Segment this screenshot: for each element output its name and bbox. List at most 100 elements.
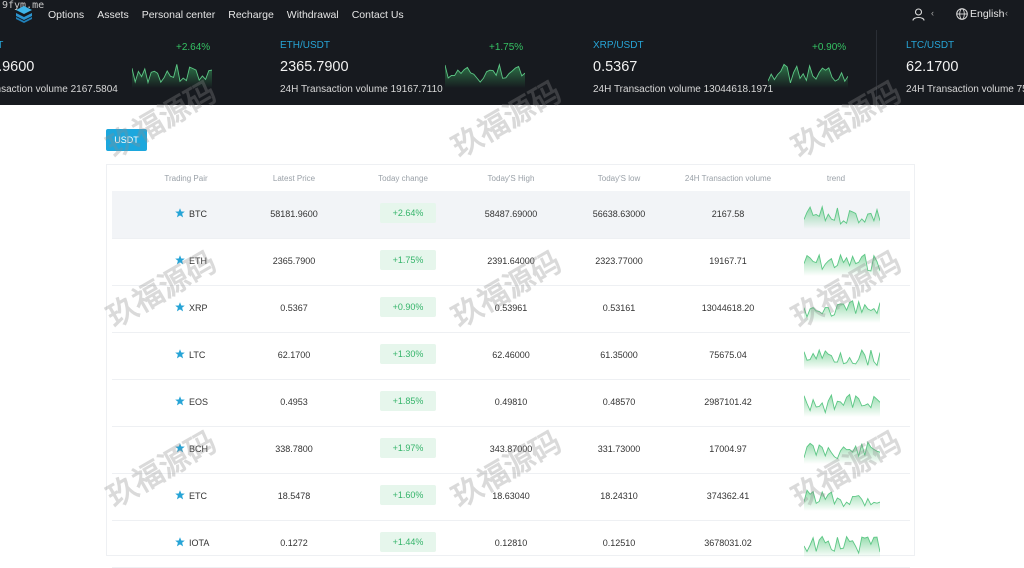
transaction-volume: 2167.58 — [711, 209, 745, 219]
header-volume: 24H Transaction volume — [684, 174, 772, 183]
usdt-market-tab[interactable]: USDT — [106, 129, 147, 151]
transaction-volume: 374362.41 — [706, 491, 750, 501]
ticker-price: 2365.7900 — [280, 59, 349, 75]
change-badge: +1.44% — [380, 532, 436, 552]
language-selector[interactable]: English — [970, 8, 1004, 20]
ticker-divider — [876, 30, 877, 105]
today-high: 18.63040 — [492, 491, 530, 501]
latest-price: 0.5367 — [280, 303, 308, 313]
nav-options[interactable]: Options — [48, 9, 84, 21]
favorite-star-icon[interactable] — [175, 396, 185, 406]
trend-sparkline — [804, 253, 880, 276]
table-row[interactable]: BCH 338.7800 +1.97% 343.87000 331.73000 17004… — [112, 426, 910, 474]
header-latest-price: Latest Price — [272, 174, 316, 183]
change-badge: +0.90% — [380, 297, 436, 317]
today-low: 0.48570 — [602, 397, 636, 407]
ticker-change: +0.90% — [812, 42, 847, 53]
ticker-pair: XRP/USDT — [593, 40, 644, 51]
ticker-price: 0.5367 — [593, 59, 638, 75]
ticker-volume: 24H Transaction volume 75 — [906, 84, 1024, 95]
transaction-volume: 13044618.20 — [701, 303, 755, 313]
trend-sparkline — [804, 348, 880, 370]
today-low: 2323.77000 — [595, 256, 643, 266]
ticker-pair: LTC/USDT — [906, 40, 955, 51]
change-badge: +1.30% — [380, 344, 436, 364]
trend-sparkline — [804, 535, 880, 558]
change-badge: +1.75% — [380, 250, 436, 270]
nav-personal-center[interactable]: Personal center — [142, 9, 216, 21]
table-header: Trading Pair Latest Price Today change T… — [107, 165, 914, 191]
today-high: 0.49810 — [494, 397, 528, 407]
coin-symbol: BCH — [189, 444, 209, 454]
nav-withdrawal[interactable]: Withdrawal — [287, 9, 339, 21]
today-high: 343.87000 — [489, 444, 533, 454]
today-high: 2391.64000 — [487, 256, 535, 266]
change-badge: +1.97% — [380, 438, 436, 458]
table-row[interactable]: IOTA 0.1272 +1.44% 0.12810 0.12510 3678031.02 — [112, 520, 910, 568]
header-today-low: Today'S low — [597, 174, 641, 183]
table-row[interactable]: ETH 2365.7900 +1.75% 2391.64000 2323.77000 19… — [112, 238, 910, 286]
today-high: 0.53961 — [494, 303, 528, 313]
globe-icon[interactable] — [956, 8, 968, 20]
nav-contact-us[interactable]: Contact Us — [352, 9, 404, 21]
favorite-star-icon[interactable] — [175, 255, 185, 265]
change-badge: +2.64% — [380, 203, 436, 223]
ticker-sparkline — [445, 62, 525, 88]
coin-symbol: XRP — [189, 303, 208, 313]
nav-recharge[interactable]: Recharge — [228, 9, 274, 21]
ticker-change: +1.75% — [489, 42, 524, 53]
today-low: 0.53161 — [602, 303, 636, 313]
trend-sparkline — [804, 489, 880, 511]
latest-price: 58181.9600 — [270, 209, 318, 219]
ticker-volume: ansaction volume 2167.5804 — [0, 84, 118, 95]
ticker-pair: ETH/USDT — [280, 40, 330, 51]
latest-price: 2365.7900 — [272, 256, 316, 266]
ticker-card-xrp[interactable]: XRP/USDT +0.90% 0.5367 24H Transaction v… — [593, 30, 883, 105]
favorite-star-icon[interactable] — [175, 490, 185, 500]
today-high: 62.46000 — [492, 350, 530, 360]
header-trend: trend — [826, 174, 846, 183]
transaction-volume: 75675.04 — [709, 350, 747, 360]
coin-symbol: ETH — [189, 256, 207, 266]
table-row[interactable]: ETC 18.5478 +1.60% 18.63040 18.24310 374362.4… — [112, 473, 910, 521]
latest-price: 0.4953 — [280, 397, 308, 407]
favorite-star-icon[interactable] — [175, 349, 185, 359]
today-low: 56638.63000 — [592, 209, 646, 219]
today-low: 331.73000 — [597, 444, 641, 454]
market-table: Trading Pair Latest Price Today change T… — [106, 164, 915, 568]
ticker-card-btc[interactable]: DT +2.64% 1.9600 ansaction volume 2167.5… — [0, 30, 280, 105]
coin-symbol: EOS — [189, 397, 209, 407]
ticker-strip: DT +2.64% 1.9600 ansaction volume 2167.5… — [0, 30, 1024, 105]
table-row[interactable]: LTC 62.1700 +1.30% 62.46000 61.35000 75675.04 — [112, 332, 910, 380]
favorite-star-icon[interactable] — [175, 443, 185, 453]
ticker-price: 1.9600 — [0, 59, 35, 75]
today-low: 61.35000 — [600, 350, 638, 360]
table-row[interactable]: XRP 0.5367 +0.90% 0.53961 0.53161 13044618.20 — [112, 285, 910, 333]
chevron-left-icon[interactable]: ‹ — [931, 8, 934, 18]
trend-sparkline — [804, 205, 880, 229]
main-nav: Options Assets Personal center Recharge … — [48, 0, 417, 30]
logo-icon[interactable] — [15, 5, 33, 23]
ticker-change: +2.64% — [176, 42, 211, 53]
coin-symbol: ETC — [189, 491, 207, 501]
coin-symbol: LTC — [189, 350, 206, 360]
today-low: 18.24310 — [600, 491, 638, 501]
table-row[interactable]: EOS 0.4953 +1.85% 0.49810 0.48570 2987101.42 — [112, 379, 910, 427]
transaction-volume: 2987101.42 — [704, 397, 752, 407]
coin-symbol: BTC — [189, 209, 207, 219]
transaction-volume: 19167.71 — [709, 256, 747, 266]
table-row[interactable]: BTC 58181.9600 +2.64% 58487.69000 56638.6300… — [112, 191, 910, 239]
user-icon[interactable] — [912, 8, 925, 21]
latest-price: 18.5478 — [277, 491, 311, 501]
latest-price: 338.7800 — [275, 444, 313, 454]
favorite-star-icon[interactable] — [175, 302, 185, 312]
nav-assets[interactable]: Assets — [97, 9, 129, 21]
trend-sparkline — [804, 393, 880, 417]
ticker-pair: DT — [0, 40, 4, 51]
ticker-card-eth[interactable]: ETH/USDT +1.75% 2365.7900 24H Transactio… — [280, 30, 570, 105]
favorite-star-icon[interactable] — [175, 208, 185, 218]
latest-price: 62.1700 — [277, 350, 311, 360]
favorite-star-icon[interactable] — [175, 537, 185, 547]
ticker-card-ltc[interactable]: LTC/USDT 62.1700 24H Transaction volume … — [906, 30, 1024, 105]
chevron-left-icon[interactable]: ‹ — [1005, 8, 1008, 18]
